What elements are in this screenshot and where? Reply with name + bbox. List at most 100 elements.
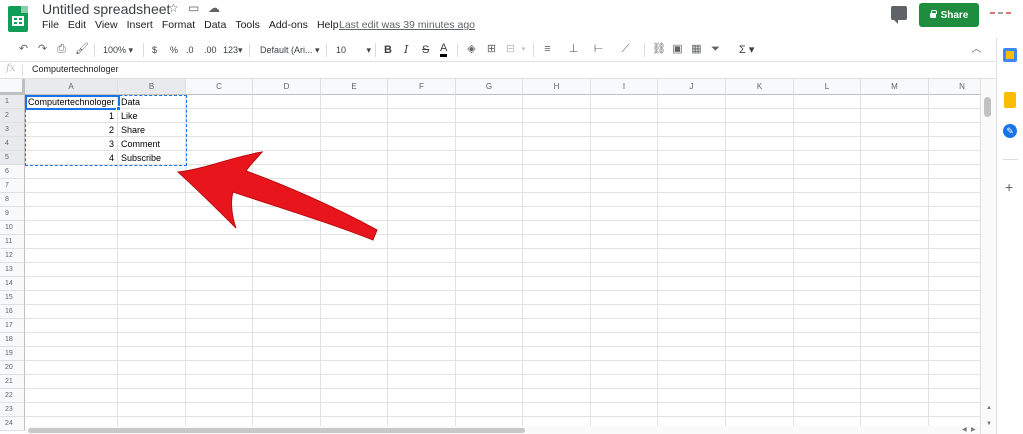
merge-cells-icon[interactable]: ⊟: [505, 44, 516, 55]
row-header-13[interactable]: 13: [0, 263, 25, 277]
vertical-scrollbar[interactable]: ▲ ▼: [980, 79, 996, 434]
menu-help[interactable]: Help: [317, 19, 339, 31]
calendar-icon[interactable]: [1003, 48, 1017, 62]
scroll-down-arrow-icon[interactable]: ▼: [986, 421, 992, 427]
row-header-1[interactable]: 1: [0, 95, 25, 109]
strikethrough-button[interactable]: S: [422, 43, 429, 57]
row-header-8[interactable]: 8: [0, 193, 25, 207]
star-icon[interactable]: ☆: [168, 1, 179, 15]
redo-icon[interactable]: ↷: [37, 44, 48, 55]
print-icon[interactable]: ⎙: [56, 44, 67, 55]
column-header-m[interactable]: M: [861, 79, 929, 95]
menu-view[interactable]: View: [95, 19, 118, 31]
column-header-l[interactable]: L: [794, 79, 861, 95]
horizontal-scrollbar[interactable]: ◀ ▶: [25, 426, 980, 434]
borders-icon[interactable]: ⊞: [486, 44, 497, 55]
increase-decimal-button[interactable]: .00: [204, 43, 217, 57]
row-header-22[interactable]: 22: [0, 389, 25, 403]
menu-edit[interactable]: Edit: [68, 19, 86, 31]
zoom-select[interactable]: 100% ▾: [103, 43, 133, 57]
insert-chart-icon[interactable]: ▦: [691, 44, 702, 55]
scroll-right-arrow-icon[interactable]: ▶: [971, 426, 976, 433]
undo-icon[interactable]: ↶: [18, 44, 29, 55]
functions-button[interactable]: Σ ▾: [739, 43, 754, 57]
text-rotation-icon[interactable]: ⟋: [620, 44, 631, 55]
fill-handle[interactable]: [116, 106, 121, 111]
row-header-20[interactable]: 20: [0, 361, 25, 375]
row-header-23[interactable]: 23: [0, 403, 25, 417]
font-family-select[interactable]: Default (Ari... ▾: [260, 43, 320, 57]
bold-button[interactable]: B: [384, 43, 392, 57]
filter-icon[interactable]: ⏷: [710, 44, 721, 55]
vertical-scroll-thumb[interactable]: [984, 97, 991, 117]
row-header-4[interactable]: 4: [0, 137, 25, 151]
horizontal-align-icon[interactable]: ≡: [542, 44, 553, 55]
font-size-select[interactable]: 10 ▾: [336, 43, 371, 57]
row-header-2[interactable]: 2: [0, 109, 25, 123]
last-edit-link[interactable]: Last edit was 39 minutes ago: [339, 19, 475, 31]
document-title[interactable]: Untitled spreadsheet: [42, 1, 170, 17]
row-header-9[interactable]: 9: [0, 207, 25, 221]
sheets-logo-icon[interactable]: [8, 6, 28, 32]
more-formats-button[interactable]: 123▾: [223, 43, 243, 57]
select-all-corner[interactable]: [0, 79, 25, 95]
text-color-button[interactable]: A: [440, 43, 448, 57]
column-header-e[interactable]: E: [321, 79, 388, 95]
row-header-19[interactable]: 19: [0, 347, 25, 361]
collapse-menus-icon[interactable]: ︿: [971, 44, 982, 55]
row-header-18[interactable]: 18: [0, 333, 25, 347]
menu-file[interactable]: File: [42, 19, 59, 31]
text-wrapping-icon[interactable]: ⊢: [593, 44, 604, 55]
row-header-7[interactable]: 7: [0, 179, 25, 193]
row-header-6[interactable]: 6: [0, 165, 25, 179]
row-header-5[interactable]: 5: [0, 151, 25, 165]
column-header-f[interactable]: F: [388, 79, 456, 95]
fill-color-icon[interactable]: ◈: [466, 44, 477, 55]
percent-format-button[interactable]: %: [170, 43, 178, 57]
column-header-j[interactable]: J: [658, 79, 726, 95]
vertical-align-icon[interactable]: ⊥: [568, 44, 579, 55]
row-header-14[interactable]: 14: [0, 277, 25, 291]
menu-data[interactable]: Data: [204, 19, 226, 31]
menu-insert[interactable]: Insert: [127, 19, 153, 31]
column-header-k[interactable]: K: [726, 79, 794, 95]
paint-format-icon[interactable]: 🖌: [75, 44, 89, 55]
cloud-status-icon[interactable]: ☁: [208, 1, 220, 15]
row-header-21[interactable]: 21: [0, 375, 25, 389]
comment-history-icon[interactable]: [891, 6, 907, 24]
chevron-down-icon[interactable]: ▾: [518, 44, 529, 55]
row-header-17[interactable]: 17: [0, 319, 25, 333]
horizontal-scroll-thumb[interactable]: [28, 428, 525, 433]
row-header-10[interactable]: 10: [0, 221, 25, 235]
insert-link-icon[interactable]: ⛓: [652, 44, 666, 55]
menu-format[interactable]: Format: [162, 19, 195, 31]
active-cell-selection[interactable]: [25, 95, 120, 110]
row-header-15[interactable]: 15: [0, 291, 25, 305]
keep-icon[interactable]: [1004, 92, 1016, 108]
column-header-h[interactable]: H: [523, 79, 591, 95]
column-header-b[interactable]: B: [118, 79, 186, 95]
scroll-up-arrow-icon[interactable]: ▲: [986, 405, 992, 411]
italic-button[interactable]: I: [404, 43, 408, 57]
column-header-c[interactable]: C: [186, 79, 253, 95]
column-header-n[interactable]: N: [929, 79, 980, 95]
row-header-3[interactable]: 3: [0, 123, 25, 137]
avatar[interactable]: [990, 10, 1016, 18]
row-header-12[interactable]: 12: [0, 249, 25, 263]
move-folder-icon[interactable]: ▭: [188, 1, 199, 15]
menu-addons[interactable]: Add-ons: [269, 19, 308, 31]
column-header-a[interactable]: A: [25, 79, 118, 95]
row-header-24[interactable]: 24: [0, 417, 25, 431]
decrease-decimal-button[interactable]: .0: [186, 43, 194, 57]
tasks-icon[interactable]: ✎: [1003, 124, 1017, 138]
scroll-left-arrow-icon[interactable]: ◀: [962, 426, 967, 433]
row-header-11[interactable]: 11: [0, 235, 25, 249]
currency-format-button[interactable]: $: [152, 43, 157, 57]
insert-comment-icon[interactable]: ▣: [672, 44, 683, 55]
formula-input[interactable]: Computertechnologer: [32, 64, 119, 74]
column-header-g[interactable]: G: [456, 79, 523, 95]
row-header-16[interactable]: 16: [0, 305, 25, 319]
column-header-i[interactable]: I: [591, 79, 658, 95]
share-button[interactable]: Share: [919, 3, 979, 27]
add-addon-icon[interactable]: +: [1005, 179, 1013, 195]
